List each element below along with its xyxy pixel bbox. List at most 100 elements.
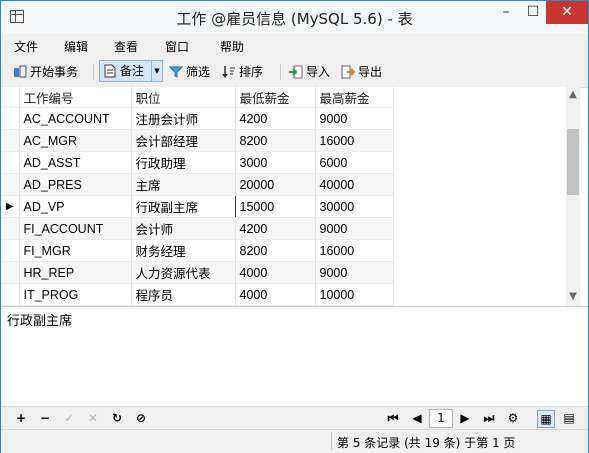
memo-editor[interactable]: 行政副主席 [1, 306, 588, 407]
column-header[interactable]: 工作编号 [19, 87, 132, 108]
menu-file[interactable]: 文件 [14, 38, 38, 55]
filter-button[interactable]: 筛选 [168, 62, 210, 82]
title-bar[interactable]: 工作 @雇员信息 (MySQL 5.6) - 表 – ☐ ✕ [1, 1, 588, 34]
stop-icon[interactable]: ⊘ [133, 410, 149, 426]
table-cell[interactable]: FI_ACCOUNT [19, 217, 132, 240]
row-indicator[interactable] [1, 151, 20, 174]
table-row[interactable]: AD_ASST 行政助理 3000 6000 [1, 151, 394, 174]
table-cell[interactable]: 财务经理 [131, 239, 236, 262]
add-icon[interactable]: + [13, 410, 29, 426]
row-indicator[interactable] [1, 261, 20, 284]
menu-view[interactable]: 查看 [114, 38, 138, 55]
table-cell[interactable]: 会计师 [131, 217, 236, 240]
table-cell[interactable]: 4000 [235, 261, 316, 284]
table-cell[interactable]: 4000 [235, 283, 316, 306]
status-divider [331, 432, 332, 450]
row-indicator[interactable] [1, 129, 20, 152]
column-header[interactable]: 最高薪金 [315, 87, 394, 108]
table-cell[interactable]: 6000 [315, 151, 394, 174]
table-cell[interactable]: 16000 [315, 239, 394, 262]
table-cell[interactable]: 15000 [235, 195, 316, 218]
form-view-icon[interactable]: ▤ [561, 410, 577, 426]
sort-icon [222, 65, 236, 79]
table-cell[interactable]: IT_PROG [19, 283, 132, 306]
begin-transaction-button[interactable]: 开始事务 [13, 62, 78, 82]
table-cell[interactable]: AD_PRES [19, 173, 132, 196]
table-cell[interactable]: HR_REP [19, 261, 132, 284]
delete-icon[interactable]: − [37, 410, 53, 426]
table-cell[interactable]: AD_ASST [19, 151, 132, 174]
table-cell[interactable]: 40000 [315, 173, 394, 196]
table-cell[interactable]: AD_VP [19, 195, 132, 218]
table-cell[interactable]: 主席 [131, 173, 236, 196]
scroll-up-icon[interactable]: ▲ [566, 88, 580, 102]
close-button[interactable]: ✕ [546, 1, 588, 24]
current-row-arrow-icon[interactable]: ▶ [1, 195, 20, 218]
table-row[interactable]: FI_ACCOUNT 会计师 4200 9000 [1, 217, 394, 240]
table-row[interactable]: HR_REP 人力资源代表 4000 9000 [1, 261, 394, 284]
toolbar-separator [280, 64, 281, 80]
table-row[interactable]: FI_MGR 财务经理 8200 16000 [1, 239, 394, 262]
table-cell[interactable]: 8200 [235, 129, 316, 152]
table-cell[interactable]: AC_MGR [19, 129, 132, 152]
column-header[interactable]: 职位 [131, 87, 236, 108]
memo-text[interactable]: 行政副主席 [7, 310, 72, 329]
menu-edit[interactable]: 编辑 [64, 38, 88, 55]
table-row[interactable]: AC_MGR 会计部经理 8200 16000 [1, 129, 394, 152]
table-row[interactable]: AD_PRES 主席 20000 40000 [1, 173, 394, 196]
row-indicator[interactable] [1, 239, 20, 262]
row-indicator[interactable] [1, 217, 20, 240]
table-cell-editing[interactable]: 行政副主席 [131, 195, 236, 218]
minimize-button[interactable]: – [493, 1, 519, 24]
row-indicator[interactable] [1, 283, 20, 306]
table-cell[interactable]: 注册会计师 [131, 107, 236, 130]
toolbar-separator [93, 64, 94, 80]
table-cell[interactable]: 30000 [315, 195, 394, 218]
import-button[interactable]: 导入 [289, 62, 330, 82]
table-cell[interactable]: 4200 [235, 217, 316, 240]
maximize-button[interactable]: ☐ [520, 1, 546, 24]
table-cell[interactable]: 16000 [315, 129, 394, 152]
table-cell[interactable]: 9000 [315, 261, 394, 284]
table-cell[interactable]: 9000 [315, 107, 394, 130]
page-number-input[interactable]: 1 [429, 409, 453, 428]
data-grid[interactable]: 工作编号 职位 最低薪金 最高薪金 AC_ACCOUNT 注册会计师 4200 … [1, 87, 566, 306]
table-row[interactable]: IT_PROG 程序员 4000 10000 [1, 283, 394, 306]
table-cell[interactable]: 会计部经理 [131, 129, 236, 152]
sort-button[interactable]: 排序 [222, 62, 263, 82]
table-cell[interactable]: 行政助理 [131, 151, 236, 174]
table-cell[interactable]: AC_ACCOUNT [19, 107, 132, 130]
menu-window[interactable]: 窗口 [165, 38, 189, 55]
table-cell[interactable]: 8200 [235, 239, 316, 262]
vertical-scrollbar[interactable]: ▲ ▼ [566, 87, 580, 306]
scrollbar-thumb[interactable] [567, 129, 579, 195]
grid-view-icon[interactable]: ▦ [537, 410, 555, 428]
scroll-down-icon[interactable]: ▼ [566, 290, 580, 304]
table-row-current[interactable]: ▶ AD_VP 行政副主席 15000 30000 [1, 195, 394, 218]
settings-icon[interactable]: ⚙ [505, 410, 521, 426]
refresh-icon[interactable]: ↻ [109, 410, 125, 426]
table-cell[interactable]: 程序员 [131, 283, 236, 306]
table-cell[interactable]: 4200 [235, 107, 316, 130]
memo-button[interactable]: 备注 ▼ [99, 60, 163, 82]
last-page-icon[interactable]: ⏭ [481, 410, 497, 426]
table-cell[interactable]: FI_MGR [19, 239, 132, 262]
row-indicator[interactable] [1, 173, 20, 196]
apply-icon[interactable]: ✓ [61, 410, 77, 426]
table-cell[interactable]: 人力资源代表 [131, 261, 236, 284]
export-label: 导出 [358, 65, 383, 79]
table-cell[interactable]: 9000 [315, 217, 394, 240]
prev-page-icon[interactable]: ◀ [409, 410, 425, 426]
menu-help[interactable]: 帮助 [220, 38, 244, 55]
row-indicator[interactable] [1, 107, 20, 130]
next-page-icon[interactable]: ▶ [457, 410, 473, 426]
first-page-icon[interactable]: ⏮ [385, 410, 401, 426]
column-header[interactable]: 最低薪金 [235, 87, 316, 108]
table-row[interactable]: AC_ACCOUNT 注册会计师 4200 9000 [1, 107, 394, 130]
table-cell[interactable]: 20000 [235, 173, 316, 196]
discard-icon[interactable]: ✕ [85, 410, 101, 426]
chevron-down-icon[interactable]: ▼ [151, 61, 162, 81]
table-cell[interactable]: 3000 [235, 151, 316, 174]
export-button[interactable]: 导出 [341, 62, 382, 82]
table-cell[interactable]: 10000 [315, 283, 394, 306]
